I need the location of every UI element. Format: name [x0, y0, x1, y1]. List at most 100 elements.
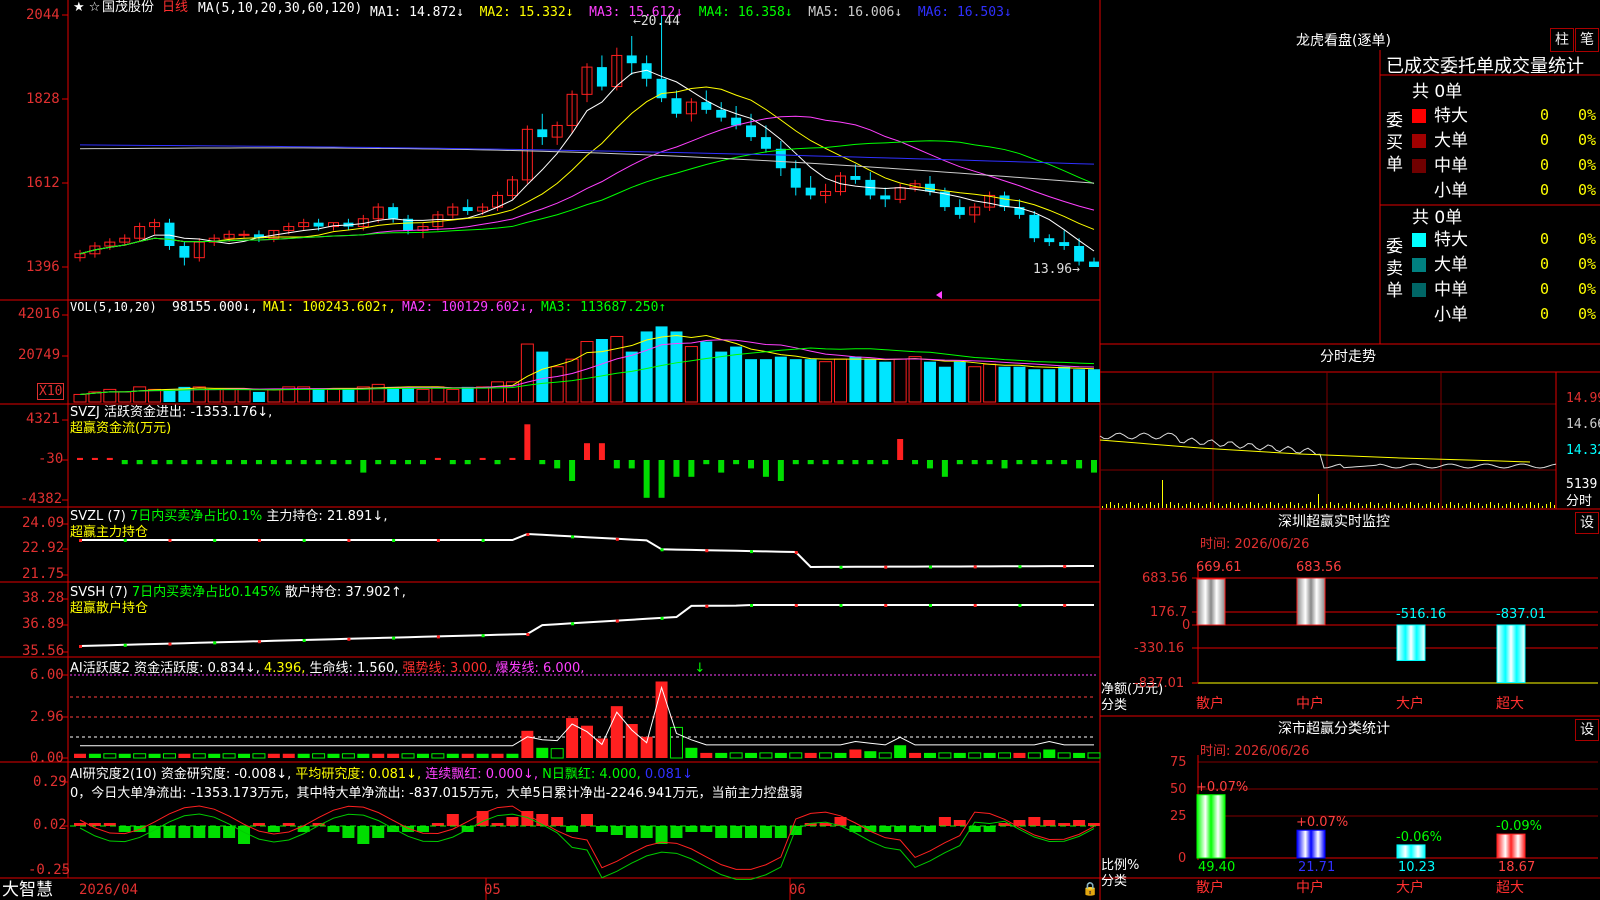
max-price-label: ←20.44	[633, 14, 680, 29]
candle-down	[313, 222, 324, 227]
stock-name[interactable]: 国茂股份	[102, 0, 154, 15]
active-bar-down	[1073, 752, 1086, 758]
fenshi-vol-bar	[1322, 506, 1323, 508]
volume-bar-up	[684, 346, 698, 403]
class-change-label: +0.07%	[1196, 779, 1249, 795]
fenshi-vol-bar	[1294, 505, 1295, 508]
line-dot	[973, 565, 977, 569]
ai-active-line: AI活跃度2 资金活跃度: 0.834↓, 4.396, 生命线: 1.560,…	[70, 661, 706, 676]
flow-bar-up	[77, 457, 83, 460]
research-bar-down	[909, 826, 922, 832]
active-bar-down	[327, 753, 340, 758]
fenshi-price: 14.32	[1566, 443, 1600, 458]
column-view-button[interactable]: 柱	[1550, 28, 1574, 52]
fenshi-vol-bar	[1438, 503, 1439, 508]
flow-bar-down	[718, 460, 725, 473]
fenshi-vol-bar	[1198, 503, 1199, 508]
research-bar-down	[923, 826, 936, 832]
fenshi-vol-bar	[1270, 502, 1271, 508]
sz-monitor-settings-button[interactable]: 设	[1575, 512, 1599, 534]
research-bar-up	[1073, 820, 1086, 826]
class-category: 中户	[1296, 880, 1324, 896]
research-bar-down	[879, 826, 892, 832]
fenshi-vol-bar	[1422, 506, 1423, 508]
class-value-label: 18.67	[1498, 860, 1536, 875]
active-bar-up	[282, 753, 295, 758]
color-swatch	[1412, 134, 1426, 148]
active-bar-down	[192, 753, 206, 759]
sz-monitor-axis-label: 分类	[1101, 698, 1128, 713]
research-bar-down	[745, 826, 758, 838]
flow-bar-up	[479, 457, 486, 460]
tick-view-button[interactable]: 笔	[1575, 28, 1599, 52]
buy-row-value: 0	[1540, 106, 1550, 124]
line-dot	[1018, 604, 1022, 607]
flow-bar-down	[703, 460, 710, 465]
fenshi-vol-bar	[1450, 502, 1451, 508]
candle-down	[1059, 242, 1070, 246]
flow-bar-down	[136, 460, 143, 465]
chart-canvas	[0, 0, 1600, 900]
fenshi-vol-bar	[1306, 504, 1307, 508]
buy-row-label: 大单	[1434, 131, 1468, 151]
line-dot	[660, 548, 664, 552]
research-bar-up	[938, 817, 951, 826]
fenshi-vol-bar	[1154, 505, 1155, 508]
active-bar-down	[148, 753, 161, 758]
active-bar-down	[1043, 749, 1056, 758]
fenshi-vol-bar	[1290, 502, 1291, 508]
fenshi-vol-bar	[1110, 502, 1111, 508]
volume-bar-down	[1043, 369, 1056, 402]
sell-row-label: 大单	[1434, 255, 1468, 275]
line-dot	[660, 616, 664, 620]
fenshi-vol-bar	[1434, 505, 1435, 508]
flow-bar-down	[748, 460, 755, 469]
monitor-category: 大户	[1396, 696, 1424, 712]
candle-down	[701, 102, 712, 110]
period-label[interactable]: 日线	[162, 0, 188, 15]
active-bar-down	[1027, 752, 1041, 759]
active-bar-down	[103, 753, 117, 759]
star-icon[interactable]: ★ ☆	[73, 0, 100, 15]
flow-bar-down	[956, 460, 963, 465]
active-bar-down	[357, 753, 370, 758]
active-bar-down	[476, 753, 489, 758]
class-change-label: -0.09%	[1496, 819, 1542, 835]
candle-down	[775, 148, 786, 169]
color-swatch	[1412, 258, 1426, 272]
active-bar-down	[506, 753, 519, 758]
trading-terminal: ★ ☆ 国茂股份 日线 MA(5,10,20,30,60,120) MA1: 1…	[0, 0, 1600, 900]
lock-icon[interactable]: 🔒	[1082, 882, 1098, 897]
flow-bar-up	[509, 457, 516, 460]
ma6-value: MA6: 16.503↓	[917, 5, 1012, 20]
monitor-ytick: -837.01	[1134, 676, 1185, 691]
volume-bar-up	[491, 381, 505, 403]
class-value-label: 49.40	[1198, 860, 1236, 875]
ma5-value: MA5: 16.006↓	[808, 5, 903, 20]
active-bar-down	[222, 753, 236, 759]
volume-bar-up	[610, 335, 624, 403]
active-bar-down	[208, 753, 221, 758]
volume-bar-up	[983, 363, 997, 403]
class-bar	[1396, 844, 1426, 859]
research-bar-down	[595, 826, 608, 832]
vol-ma1: MA1: 100243.602↑,	[263, 300, 397, 315]
research-bar-down	[774, 826, 787, 838]
volume-bar-up	[192, 386, 206, 403]
vol-ytick: 20749	[18, 347, 61, 363]
active-bar-up	[387, 753, 400, 758]
ai-research-ytick: 0.02	[33, 817, 67, 833]
fenshi-vol-bar	[1550, 502, 1551, 508]
sz-class-settings-button[interactable]: 设	[1575, 719, 1599, 741]
line-dot	[526, 633, 530, 636]
active-bar-down	[118, 753, 131, 758]
monitor-ytick: -330.16	[1134, 641, 1185, 656]
min-price-label: 13.96→	[1033, 262, 1080, 277]
fenshi-vol-bar	[1134, 505, 1135, 508]
active-bar-down	[162, 753, 176, 759]
active-bar-down	[774, 752, 787, 758]
flow-bar-down	[912, 460, 919, 465]
active-bar-up	[804, 752, 817, 758]
volume-bar-up	[834, 358, 847, 403]
ma1-value: MA1: 14.872↓	[370, 5, 464, 20]
